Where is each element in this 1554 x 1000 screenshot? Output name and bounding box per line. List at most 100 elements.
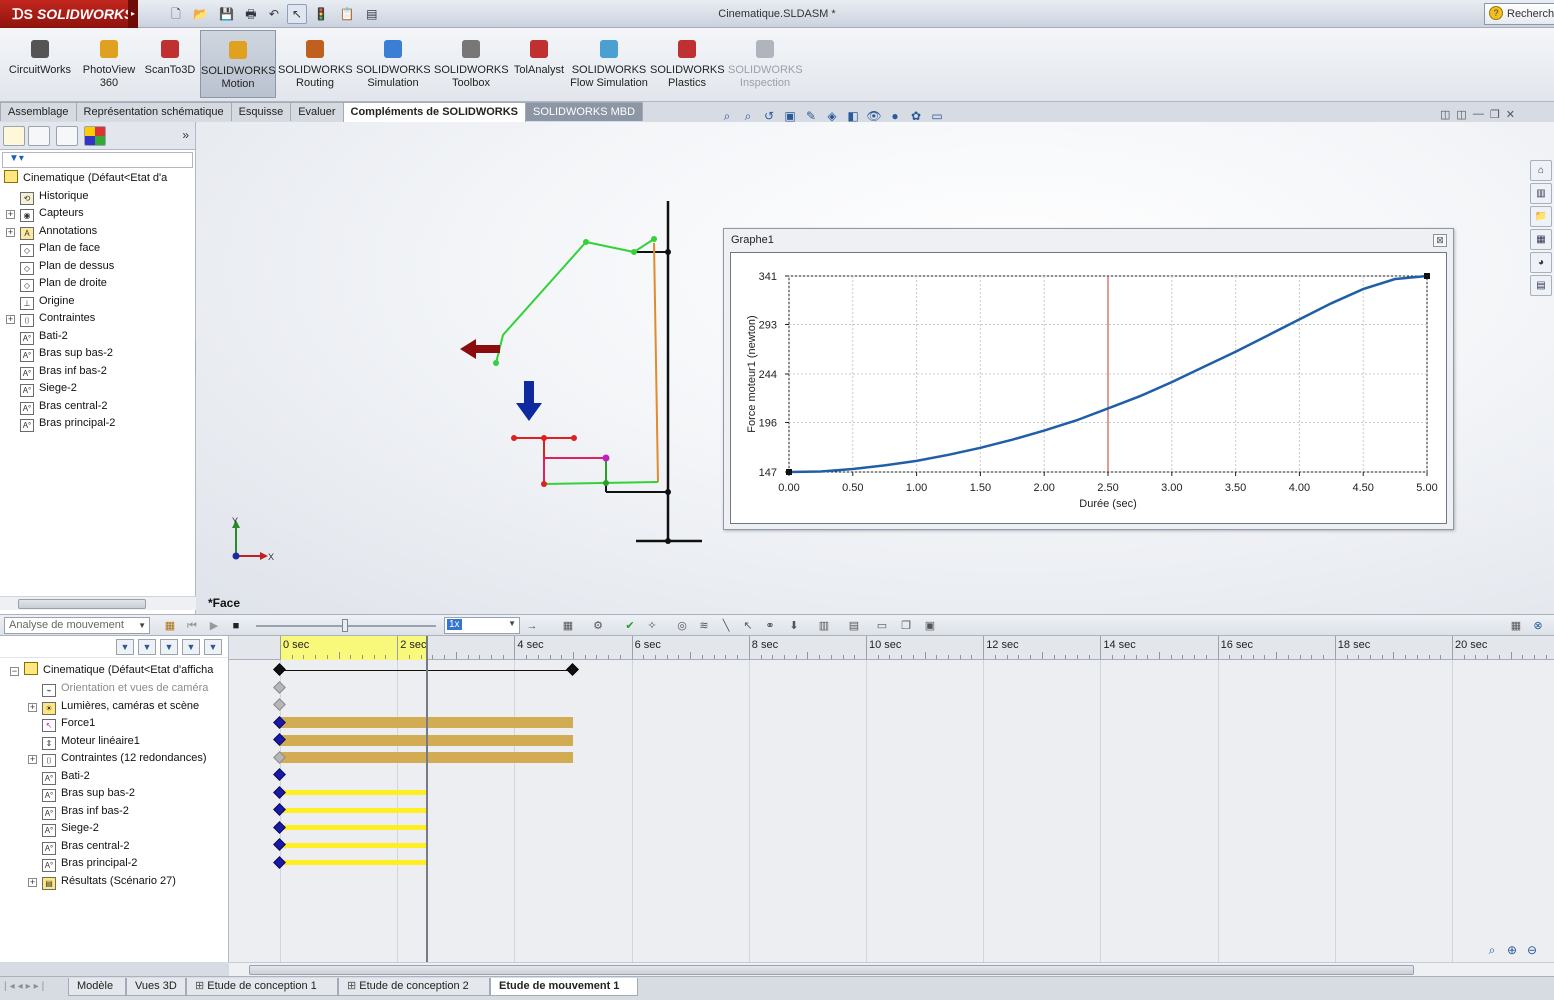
feature-tree-tab-icon[interactable] — [3, 126, 25, 146]
ribbon-button-4[interactable]: SOLIDWORKS Routing — [278, 30, 353, 98]
section-view-icon[interactable]: ▣ — [781, 108, 799, 124]
ribbon-button-10[interactable]: SOLIDWORKS Inspection — [728, 30, 803, 98]
filter-results-icon[interactable]: ▼ — [182, 639, 200, 655]
motion-tree-item[interactable]: A° Bras inf bas-2 — [0, 803, 229, 821]
expand-icon[interactable]: + — [28, 877, 37, 887]
hide-show-items-icon[interactable]: 👁 — [865, 108, 883, 124]
key-point[interactable] — [273, 803, 286, 816]
motion-tree-item[interactable]: ↖ Force1 — [0, 715, 229, 733]
motion-timeline[interactable]: 0 sec 2 sec 4 sec 6 sec 8 sec 10 sec 12 sec 14 … — [229, 636, 1554, 962]
restore-icon[interactable]: ❐ — [1490, 108, 1500, 121]
dynamic-annotation-icon[interactable]: ✎ — [802, 108, 820, 124]
scrollbar-thumb[interactable] — [249, 965, 1414, 975]
search-commands-field[interactable]: ? Recherch — [1484, 3, 1554, 25]
timeline-body[interactable] — [229, 660, 1554, 962]
playback-speed-select[interactable]: 1x ▼ — [444, 617, 520, 634]
ribbon-button-6[interactable]: SOLIDWORKS Toolbox — [434, 30, 509, 98]
feature-tree-item[interactable]: A° Bras central-2 — [0, 398, 195, 416]
ribbon-button-1[interactable]: PhotoView 360 — [80, 30, 138, 98]
ribbon-button-0[interactable]: CircuitWorks — [4, 30, 76, 98]
feature-tree-item[interactable]: ⊥ Origine — [0, 293, 195, 311]
document-tab-1[interactable]: Vues 3D — [126, 978, 186, 996]
zoom-to-fit-icon[interactable]: ⌕ — [718, 108, 736, 124]
collapse-icon[interactable]: − — [10, 667, 19, 676]
feature-tree-item[interactable]: ⟲ Historique — [0, 188, 195, 206]
zoom-out-icon[interactable]: ⊖ — [1524, 942, 1540, 958]
feature-tree-item[interactable]: + ⌷ Contraintes — [0, 310, 195, 328]
playback-mode-icon[interactable]: → — [524, 618, 540, 634]
calculate-icon[interactable]: ▦ — [162, 618, 178, 634]
display-style-icon[interactable]: ◧ — [844, 108, 862, 124]
configuration-manager-tab-icon[interactable] — [56, 126, 78, 146]
key-point[interactable] — [273, 698, 286, 711]
timeline-cursor[interactable] — [425, 636, 428, 962]
key-point[interactable] — [273, 768, 286, 781]
appearances-icon[interactable]: ◕ — [1530, 252, 1552, 273]
timeline-scrollbar[interactable] — [229, 962, 1554, 976]
tab-navigation-arrows[interactable]: |◂◂▸▸| — [4, 981, 47, 992]
graph-close-button[interactable]: ⊠ — [1433, 234, 1447, 247]
display-manager-tab-icon[interactable] — [84, 126, 106, 146]
key-point[interactable] — [273, 855, 286, 869]
damper-icon[interactable]: ╲ — [718, 618, 734, 634]
document-tab-3[interactable]: ⊞ Etude de conception 2 — [338, 978, 490, 996]
graph-window[interactable]: Graphe1 ⊠ 0.00 0.50 1.00 1.50 2.00 2.50 3.00 3.… — [723, 228, 1454, 530]
ribbon-button-9[interactable]: SOLIDWORKS Plastics — [650, 30, 725, 98]
motion-tree-item[interactable]: + ☀ Lumières, caméras et scène — [0, 698, 229, 716]
mechanism-sketch[interactable] — [448, 195, 718, 555]
feature-tree-item[interactable]: ◇ Plan de face — [0, 240, 195, 258]
filter-icon[interactable]: ▼▾ — [2, 152, 193, 168]
design-library-icon[interactable]: ▥ — [1530, 183, 1552, 204]
spring-icon[interactable]: ≋ — [696, 618, 712, 634]
filter-animated-icon[interactable]: ▼ — [116, 639, 134, 655]
command-tab-4[interactable]: Compléments de SOLIDWORKS — [342, 102, 526, 123]
edit-appearance-icon[interactable]: ● — [886, 108, 904, 124]
close-icon[interactable]: ✕ — [1506, 108, 1515, 121]
expand-icon[interactable]: + — [6, 227, 15, 237]
key-point[interactable] — [273, 838, 286, 851]
study-type-select[interactable]: Analyse de mouvement ▼ — [4, 617, 150, 634]
zoom-in-icon[interactable]: ⊕ — [1504, 942, 1520, 958]
new-study-icon[interactable]: ▣ — [922, 618, 938, 634]
auto-select-icon[interactable]: ▼ — [204, 639, 222, 655]
timeline-ruler[interactable]: 0 sec 2 sec 4 sec 6 sec 8 sec 10 sec 12 sec 14 … — [229, 636, 1554, 660]
command-tab-2[interactable]: Esquisse — [230, 102, 292, 121]
feature-tree-item[interactable]: A° Bras principal-2 — [0, 415, 195, 433]
motor-icon[interactable]: ◎ — [674, 618, 690, 634]
custom-properties-icon[interactable]: ▤ — [1530, 275, 1552, 296]
ribbon-button-8[interactable]: SOLIDWORKS Flow Simulation — [570, 30, 648, 98]
feature-tree-item[interactable]: ◇ Plan de droite — [0, 275, 195, 293]
motion-tree-item[interactable]: A° Bras central-2 — [0, 838, 229, 856]
stop-icon[interactable]: ■ — [228, 618, 244, 634]
motion-tree-item[interactable]: A° Bras sup bas-2 — [0, 785, 229, 803]
feature-tree-scrollbar[interactable] — [0, 596, 196, 610]
collapse-icon[interactable]: ▭ — [874, 618, 890, 634]
motion-study-properties-icon[interactable]: ▤ — [846, 618, 862, 634]
autokey-icon[interactable]: ✔ — [622, 618, 638, 634]
key-point[interactable] — [273, 820, 286, 834]
expand-icon[interactable]: + — [28, 702, 37, 712]
view-orientation-icon[interactable]: ◈ — [823, 108, 841, 124]
filter-driving-icon[interactable]: ▼ — [138, 639, 156, 655]
expand-icon[interactable]: + — [28, 755, 37, 764]
zoom-to-fit-icon[interactable]: ⌕ — [1484, 942, 1500, 958]
file-explorer-icon[interactable]: 📁 — [1530, 206, 1552, 227]
feature-tree-item[interactable]: + A Annotations — [0, 223, 195, 241]
tile-left-icon[interactable]: ◫ — [1440, 108, 1450, 121]
command-tab-5[interactable]: SOLIDWORKS MBD — [524, 102, 644, 121]
gravity-icon[interactable]: ⬇ — [786, 618, 802, 634]
panel-options-icon[interactable]: ▦ — [1508, 618, 1524, 634]
motion-tree-item[interactable]: A° Bati-2 — [0, 768, 229, 786]
minimize-icon[interactable]: — — [1473, 108, 1484, 121]
ribbon-button-2[interactable]: ScanTo3D — [142, 30, 198, 98]
playback-slider-thumb[interactable] — [342, 619, 348, 632]
feature-tree-item[interactable]: A° Bras inf bas-2 — [0, 363, 195, 381]
command-tab-1[interactable]: Représentation schématique — [75, 102, 232, 121]
feature-tree-item[interactable]: + ◉ Capteurs — [0, 205, 195, 223]
ribbon-button-7[interactable]: TolAnalyst — [510, 30, 568, 98]
command-tab-3[interactable]: Evaluer — [290, 102, 344, 121]
key-point[interactable] — [273, 785, 286, 799]
copy-study-icon[interactable]: ❐ — [898, 618, 914, 634]
feature-tree-item[interactable]: A° Bati-2 — [0, 328, 195, 346]
view-palette-icon[interactable]: ▦ — [1530, 229, 1552, 250]
